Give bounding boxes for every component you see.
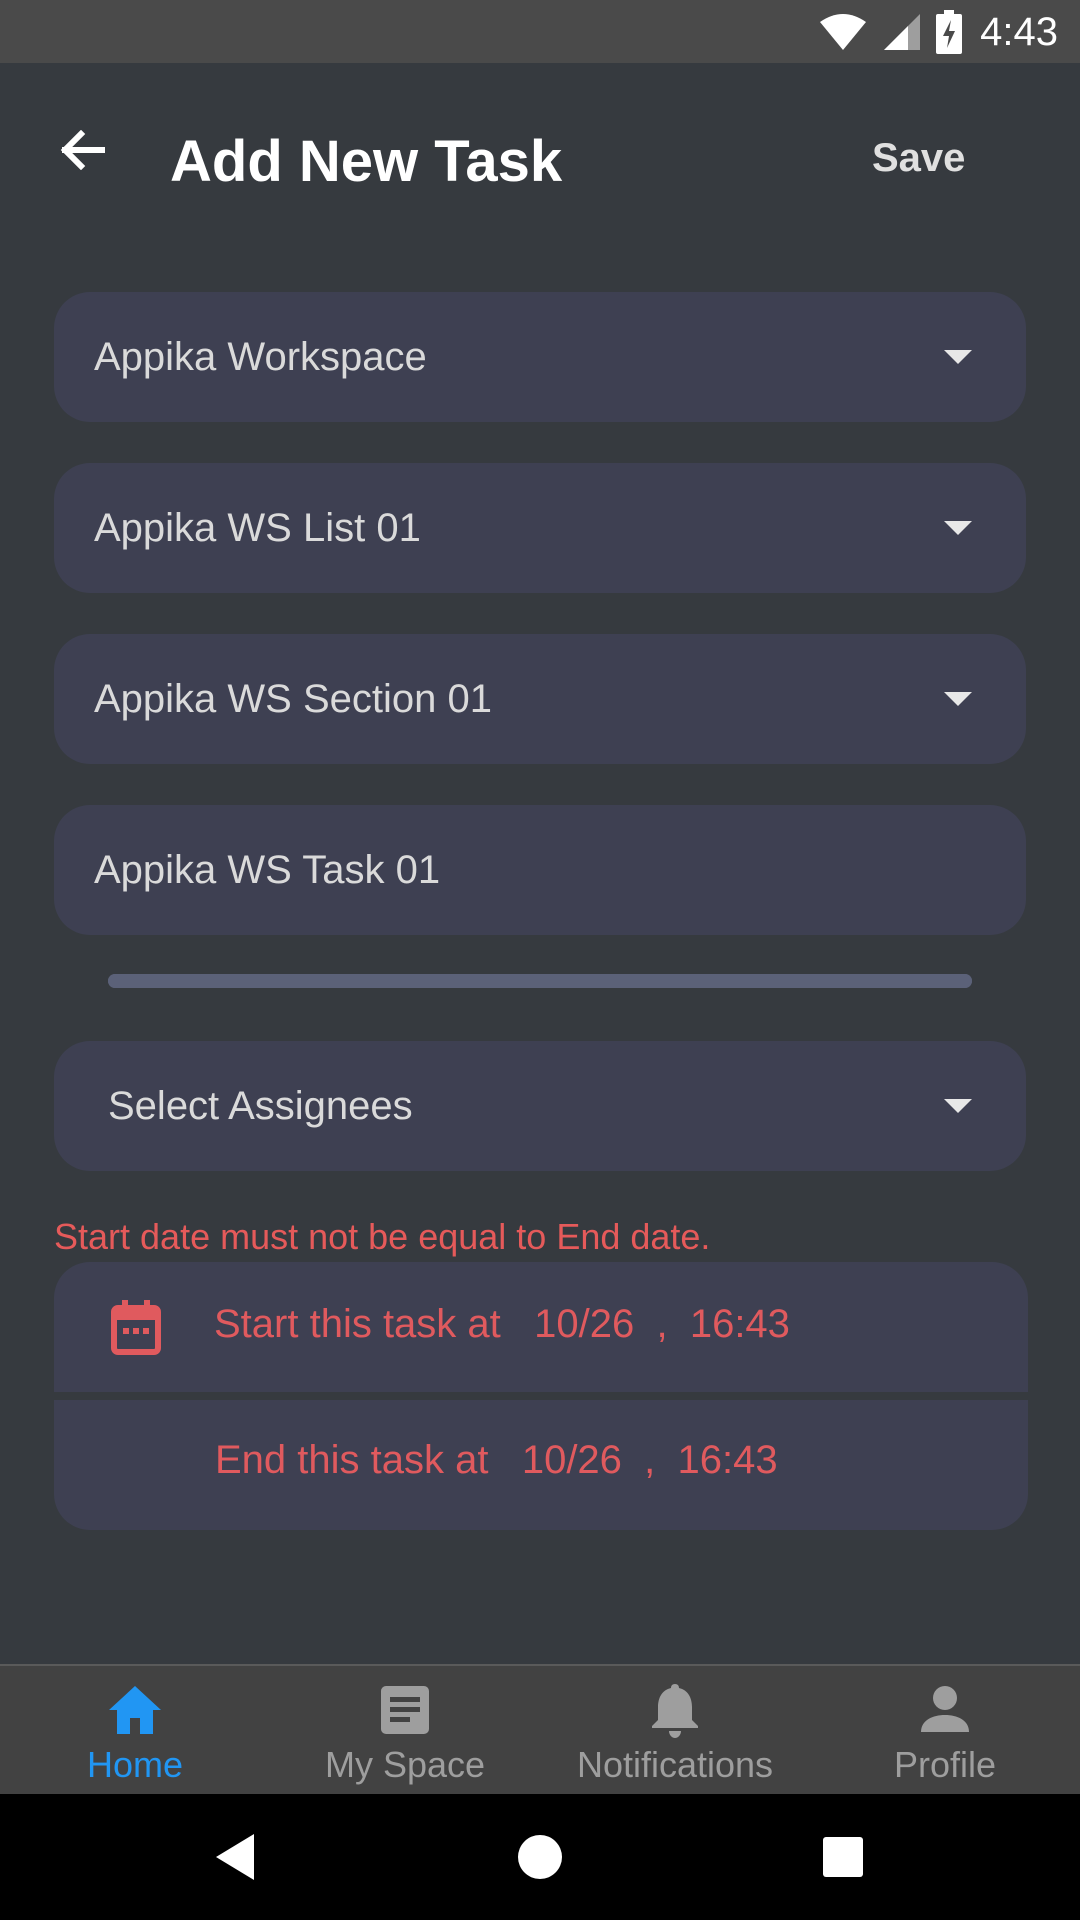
list-dropdown[interactable]: Appika WS List 01 [54,463,1026,593]
start-date-row[interactable]: Start this task at 10/26 , 16:43 [54,1262,1028,1392]
start-date: 10/26 [534,1302,635,1346]
end-time: 16:43 [677,1438,778,1482]
recents-square-icon[interactable] [810,1824,876,1890]
date-divider [54,1392,1028,1400]
progress-fill [108,974,972,988]
home-icon [109,1686,161,1734]
back-triangle-icon[interactable] [204,1824,270,1890]
bell-icon [652,1684,698,1738]
nav-item-profile[interactable]: Profile [810,1666,1080,1794]
save-button[interactable]: Save [872,136,965,181]
date-range-box: Start this task at 10/26 , 16:43 End thi… [54,1262,1028,1530]
section-dropdown[interactable]: Appika WS Section 01 [54,634,1026,764]
chevron-down-icon [944,350,972,364]
page-title: Add New Task [170,129,563,194]
start-time: 16:43 [689,1302,790,1346]
screen: 4:43 Add New Task Save Appika Workspace … [0,0,1080,1920]
chevron-down-icon [944,521,972,535]
status-bar: 4:43 [0,0,1080,63]
task-name-value: Appika WS Task 01 [94,848,441,892]
end-date-row[interactable]: End this task at 10/26 , 16:43 [54,1400,1028,1530]
battery-charging-icon [936,10,963,54]
back-button[interactable] [52,120,112,180]
status-icons: 4:43 [818,6,1058,58]
chevron-down-icon [944,692,972,706]
end-separator: , [644,1438,656,1482]
system-nav-bar [0,1794,1080,1920]
start-separator: , [656,1302,668,1346]
nav-item-notifications[interactable]: Notifications [540,1666,810,1794]
start-date-text: Start this task at 10/26 , 16:43 [214,1302,790,1347]
wifi-icon [820,14,867,50]
document-icon [381,1686,429,1734]
nav-label-notifications: Notifications [576,1744,774,1785]
end-date-text: End this task at 10/26 , 16:43 [215,1438,778,1483]
nav-label-home: Home [86,1744,184,1785]
calendar-icon [111,1300,161,1355]
assignees-placeholder: Select Assignees [108,1084,413,1128]
nav-item-my-space[interactable]: My Space [270,1666,540,1794]
chevron-down-icon [944,1099,972,1113]
nav-item-home[interactable]: Home [0,1666,270,1794]
progress-bar [108,974,972,988]
start-label: Start this task at [214,1302,501,1346]
arrow-left-icon [60,130,105,170]
end-label: End this task at [215,1438,489,1482]
home-circle-icon[interactable] [507,1824,573,1890]
bottom-nav: Home My Space Notifications Profile [0,1664,1080,1794]
date-error-message: Start date must not be equal to End date… [54,1216,711,1257]
assignees-dropdown[interactable]: Select Assignees [54,1041,1026,1171]
signal-icon [884,14,921,50]
task-name-input[interactable]: Appika WS Task 01 [54,805,1026,935]
section-value: Appika WS Section 01 [94,677,492,721]
list-value: Appika WS List 01 [94,506,421,550]
workspace-dropdown[interactable]: Appika Workspace [54,292,1026,422]
status-time: 4:43 [980,9,1058,54]
workspace-value: Appika Workspace [94,335,427,379]
nav-label-profile: Profile [893,1744,997,1785]
nav-label-my-space: My Space [324,1744,486,1785]
end-date: 10/26 [521,1438,622,1482]
person-icon [921,1686,969,1732]
